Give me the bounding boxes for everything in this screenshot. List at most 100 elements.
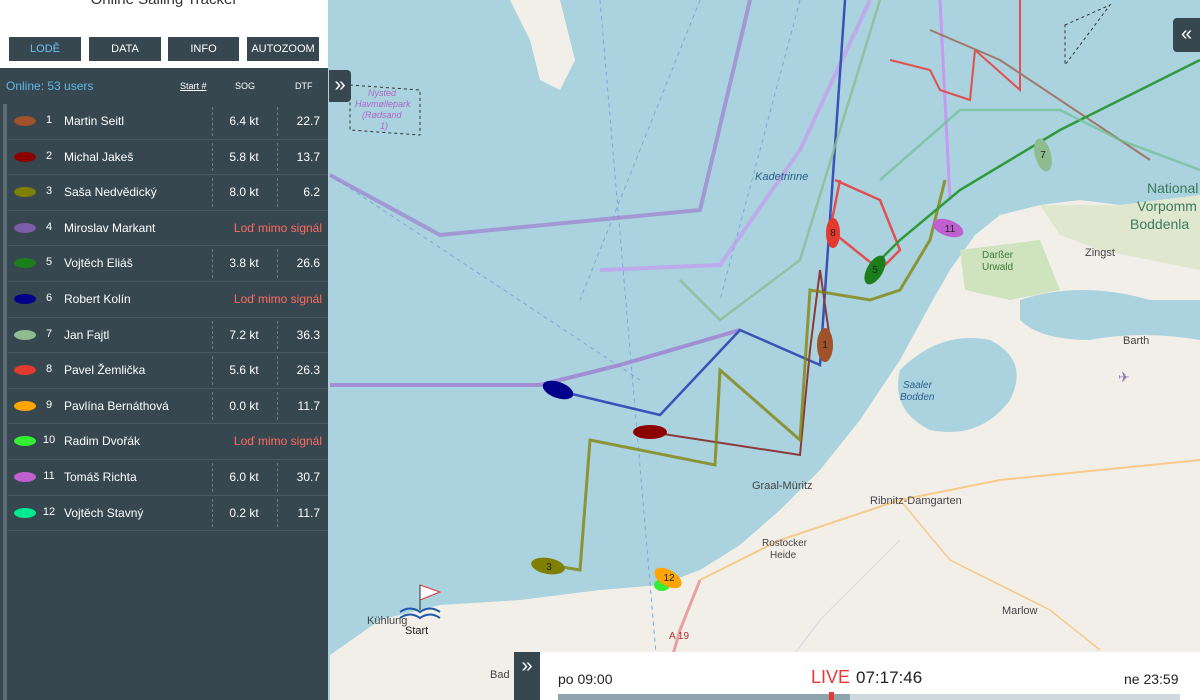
boat-label-8: 8 — [830, 228, 836, 239]
boat-sog: 8.0 kt — [229, 185, 259, 200]
column-divider — [212, 356, 213, 385]
label-saaler: Saaler — [903, 380, 933, 391]
boat-row[interactable]: 8 Pavel Žemlička 5.6 kt 26.3 — [8, 353, 328, 389]
boat-dtf: 13.7 — [296, 149, 320, 164]
column-divider — [277, 462, 278, 492]
column-divider — [212, 462, 213, 492]
timeline-slider[interactable] — [558, 694, 1180, 700]
column-divider — [212, 178, 213, 207]
timeline-slider-handle[interactable] — [829, 692, 834, 700]
no-signal-status: Loď mimo signál — [233, 291, 322, 306]
label-heide: Heide — [770, 550, 797, 561]
boat-start-number: 7 — [45, 327, 53, 340]
label-boddenland: Boddenla — [1130, 216, 1189, 232]
boat-dtf: 26.3 — [296, 363, 320, 378]
boat-skipper-name: Pavel Žemlička — [64, 363, 146, 378]
boat-start-number: 10 — [42, 434, 56, 447]
boat-dtf: 6.2 — [303, 185, 320, 200]
boat-start-number: 8 — [45, 363, 53, 376]
column-header-dtf: DTF — [295, 81, 313, 91]
label-bad: Bad — [490, 669, 510, 681]
boat-skipper-name: Tomáš Richta — [64, 469, 137, 484]
boat-row[interactable]: 1 Martin Seitl 6.4 kt 22.7 — [8, 104, 328, 140]
label-vorpomm: Vorpomm — [1137, 198, 1197, 214]
label-rostocker: Rostocker — [762, 538, 808, 549]
boat-row[interactable]: 6 Robert Kolín Loď mimo signál — [8, 282, 328, 318]
label-start: Start — [405, 625, 428, 637]
column-divider — [277, 249, 278, 278]
lode-button[interactable]: LODĚ — [9, 37, 81, 61]
label-marlow: Marlow — [1002, 605, 1038, 617]
boat-skipper-name: Robert Kolín — [64, 291, 131, 306]
label-rodsand-1: 1) — [380, 121, 388, 131]
boat-color-icon — [14, 222, 36, 233]
label-a19: A 19 — [669, 631, 689, 642]
boat-row[interactable]: 2 Michal Jakeš 5.8 kt 13.7 — [8, 140, 328, 176]
boat-start-number: 5 — [45, 256, 53, 269]
boat-start-number: 2 — [45, 149, 53, 162]
boat-row[interactable]: 4 Miroslav Markant Loď mimo signál — [8, 211, 328, 247]
boat-row[interactable]: 7 Jan Fajtl 7.2 kt 36.3 — [8, 318, 328, 354]
boat-start-number: 9 — [45, 398, 53, 411]
online-users-count: Online: 53 users — [6, 79, 94, 93]
boat-row[interactable]: 12 Vojtěch Stavný 0.2 kt 11.7 — [8, 496, 328, 532]
boat-color-icon — [14, 400, 36, 411]
label-barth: Barth — [1123, 335, 1149, 347]
label-ribnitz: Ribnitz-Damgarten — [870, 495, 962, 507]
boat-color-icon — [14, 471, 36, 482]
boat-sog: 6.4 kt — [229, 114, 259, 128]
column-divider — [277, 320, 278, 350]
boat-row[interactable]: 5 Vojtěch Eliáš 3.8 kt 26.6 — [8, 246, 328, 282]
column-divider — [277, 391, 278, 421]
boat-skipper-name: Pavlína Bernáthová — [64, 398, 169, 413]
boat-skipper-name: Saša Nedvědický — [64, 185, 157, 200]
label-nysted: Nysted — [368, 88, 397, 98]
boat-label-11: 11 — [945, 224, 956, 235]
boat-start-number: 12 — [42, 505, 56, 518]
boat-sog: 0.2 kt — [229, 505, 259, 520]
column-divider — [277, 356, 278, 385]
boat-dtf: 26.6 — [296, 256, 320, 271]
collapse-panel-button[interactable]: » — [329, 70, 351, 102]
label-kuhlung: Kühlung — [367, 615, 407, 627]
column-header-start[interactable]: Start # — [180, 81, 207, 91]
boat-start-number: 3 — [45, 185, 53, 198]
column-divider — [277, 498, 278, 528]
info-button[interactable]: INFO — [168, 37, 239, 61]
boat-start-number: 11 — [43, 469, 55, 482]
boat-skipper-name: Michal Jakeš — [64, 149, 134, 164]
column-divider — [212, 249, 213, 278]
boat-label-1: 1 — [822, 340, 828, 351]
app-title: Online Sailing Tracker — [0, 0, 328, 8]
autozoom-button[interactable]: AUTOZOOM — [247, 37, 319, 61]
boat-label-12: 12 — [663, 573, 675, 584]
boat-color-icon — [14, 507, 36, 518]
boat-skipper-name: Jan Fajtl — [64, 327, 110, 342]
boat-row[interactable]: 9 Pavlína Bernáthová 0.0 kt 11.7 — [8, 389, 328, 425]
live-indicator[interactable]: LIVE — [811, 667, 850, 688]
boat-color-icon — [14, 258, 36, 269]
boat-color-icon — [14, 116, 36, 126]
boat-row[interactable]: 11 Tomáš Richta 6.0 kt 30.7 — [8, 460, 328, 496]
column-divider — [277, 107, 278, 136]
data-button[interactable]: DATA — [89, 37, 161, 61]
scrollbar[interactable] — [3, 104, 7, 700]
label-urwald: Urwald — [982, 262, 1013, 273]
boat-row[interactable]: 3 Saša Nedvědický 8.0 kt 6.2 — [8, 175, 328, 211]
label-zingst: Zingst — [1085, 247, 1115, 259]
label-darsser: Darßer — [982, 250, 1014, 261]
label-havmollepark: Havmøllepark — [355, 99, 411, 109]
boat-skipper-name: Vojtěch Eliáš — [64, 256, 133, 271]
column-divider — [212, 142, 213, 172]
boat-row[interactable]: 10 Radim Dvořák Loď mimo signál — [8, 424, 328, 460]
boat-color-icon — [14, 151, 36, 162]
boat-dtf: 36.3 — [296, 327, 320, 342]
timeline-start-label: po 09:00 — [558, 671, 613, 687]
boat-color-icon — [14, 436, 36, 447]
panel-header: Online Sailing Tracker LODĚ DATA INFO AU… — [0, 0, 328, 68]
boat-color-icon — [14, 365, 36, 376]
expand-right-panel-button[interactable]: « — [1173, 18, 1200, 52]
timeline-toggle-button[interactable]: » — [514, 652, 540, 682]
boat-start-number: 6 — [45, 291, 53, 304]
boat-sog: 0.0 kt — [229, 398, 259, 413]
